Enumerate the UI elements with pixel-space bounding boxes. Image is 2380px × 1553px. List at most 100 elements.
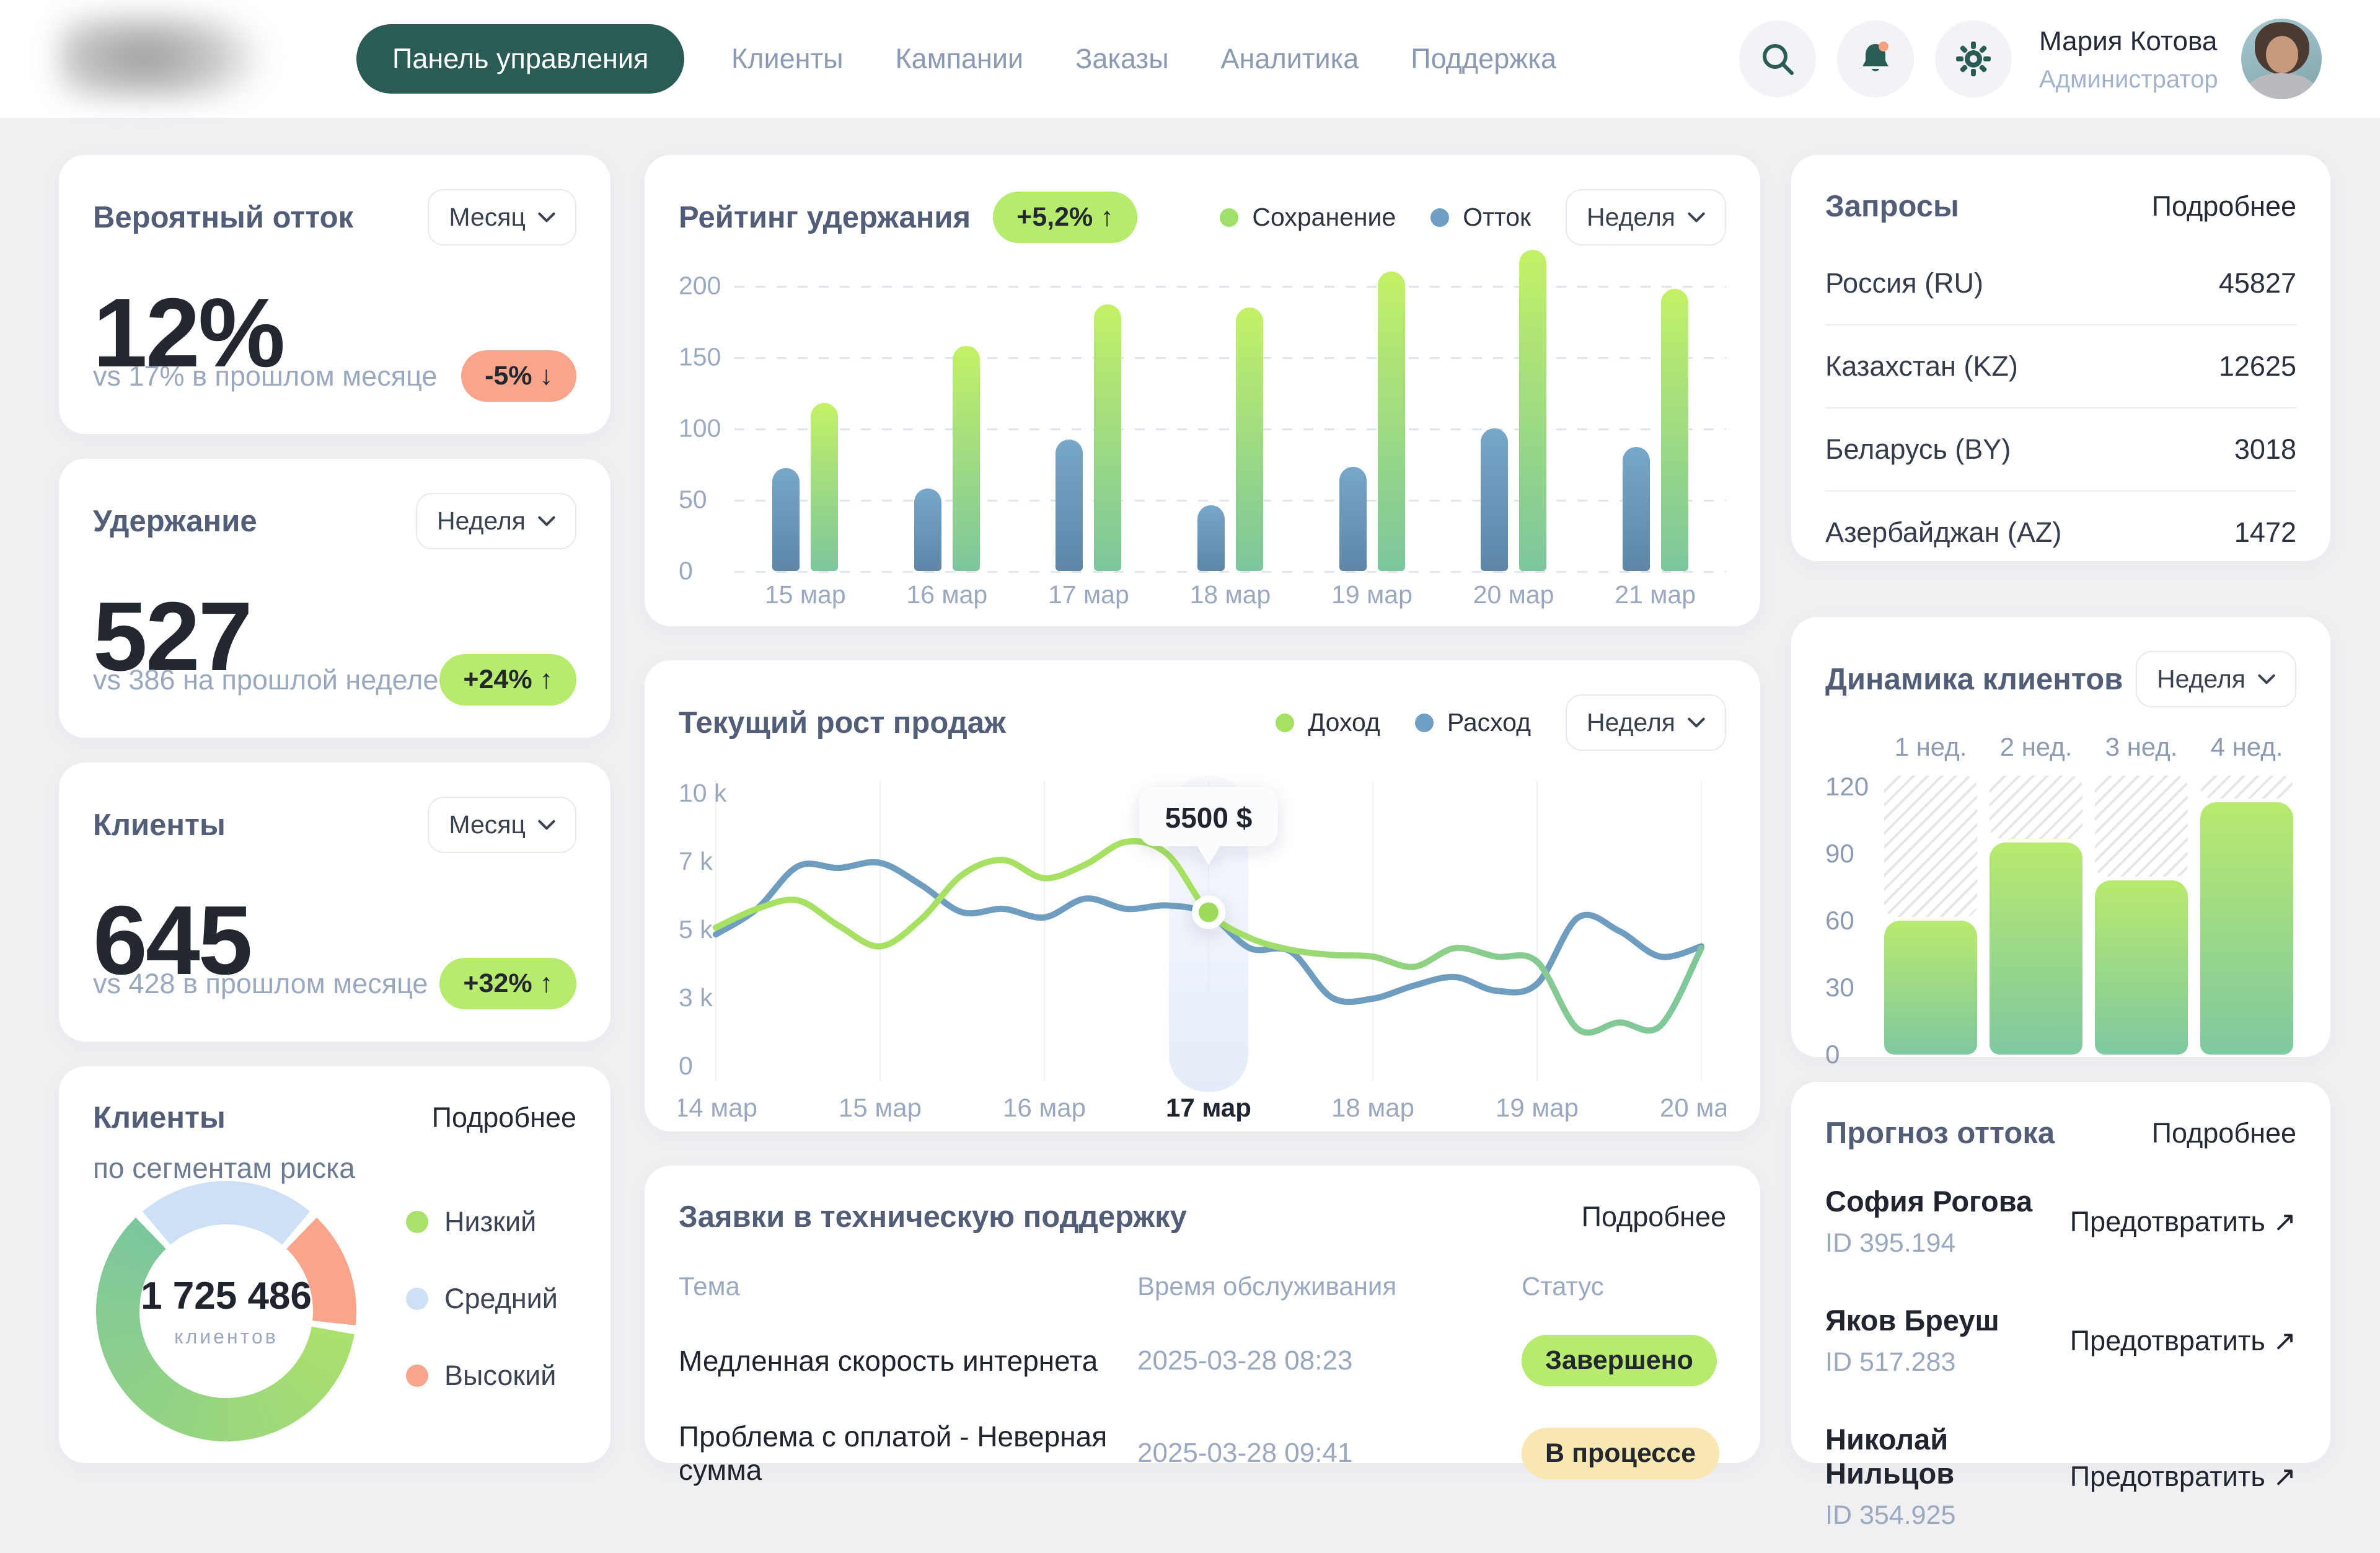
bar-group xyxy=(1026,304,1150,571)
column-label: 4 нед. xyxy=(2197,732,2296,762)
y-tick: 0 xyxy=(679,557,693,586)
chevron-down-icon xyxy=(538,820,555,830)
sales-chart-card: Текущий рост продаж Доход Расход Неделя xyxy=(645,660,1760,1131)
top-bar: Панель управления Клиенты Кампании Заказ… xyxy=(0,0,2380,118)
y-tick: 10 k xyxy=(679,779,727,807)
prevent-link[interactable]: Предотвратить ↗ xyxy=(2070,1324,2296,1357)
legend-item-low: Низкий xyxy=(406,1206,558,1238)
x-tick: 15 мар xyxy=(743,580,867,609)
card-title: Динамика клиентов xyxy=(1825,662,2123,697)
bar-remainder xyxy=(1884,776,1977,917)
requests-list: Россия (RU) 45827 Казахстан (KZ) 12625 Б… xyxy=(1825,242,2296,573)
support-table: Тема Время обслуживания Статус Медленная… xyxy=(679,1272,1726,1487)
client-id: ID 395.194 xyxy=(1825,1228,2032,1259)
sales-line-chart: 10 k7 k5 k3 k0 5500 $14 мар15 мар16 мар1… xyxy=(679,768,1726,1125)
period-dropdown[interactable]: Месяц xyxy=(428,189,576,246)
chevron-down-icon xyxy=(1688,212,1705,223)
y-tick: 3 k xyxy=(679,983,713,1012)
retention-bar-chart: 20015010050015 мар16 мар17 мар18 мар19 м… xyxy=(679,252,1726,608)
kpi-compare: vs 386 на прошлой неделе xyxy=(93,664,438,696)
column-label: 3 нед. xyxy=(2092,732,2191,762)
support-tickets-card: Заявки в техническую поддержку Подробнее… xyxy=(645,1166,1760,1463)
period-dropdown[interactable]: Неделя xyxy=(2136,651,2296,707)
ticket-time: 2025-03-28 09:41 xyxy=(1137,1438,1522,1469)
donut-total: 1 725 486 xyxy=(141,1274,312,1318)
bar-churn xyxy=(1481,428,1508,571)
gear-icon xyxy=(1954,39,1993,79)
x-tick: 21 мар xyxy=(1593,580,1717,609)
nav-orders[interactable]: Заказы xyxy=(1075,43,1168,75)
legend-dot xyxy=(406,1288,428,1310)
nav-support[interactable]: Поддержка xyxy=(1411,43,1556,75)
card-title: Прогноз оттока xyxy=(1825,1116,2055,1151)
risk-donut-chart: 1 725 486 клиентов xyxy=(96,1181,356,1441)
kpi-compare: vs 428 в прошлом месяце xyxy=(93,968,428,1000)
client-name: София Рогова xyxy=(1825,1184,2032,1218)
card-title: Рейтинг удержания xyxy=(679,200,971,235)
x-tick: 17 мар xyxy=(1026,580,1150,609)
list-item: Казахстан (KZ) 12625 xyxy=(1825,325,2296,409)
period-dropdown[interactable]: Неделя xyxy=(1566,694,1726,751)
client-id: ID 517.283 xyxy=(1825,1347,1999,1378)
avatar[interactable] xyxy=(2241,19,2322,99)
prevent-link[interactable]: Предотвратить ↗ xyxy=(2070,1460,2296,1493)
period-dropdown[interactable]: Неделя xyxy=(416,493,576,549)
donut-total-label: клиентов xyxy=(174,1325,278,1348)
period-dropdown[interactable]: Неделя xyxy=(1566,189,1726,246)
bar-churn xyxy=(1197,505,1225,571)
legend-item-expense: Расход xyxy=(1415,708,1531,737)
list-item: Россия (RU) 45827 xyxy=(1825,242,2296,325)
bar-group xyxy=(1881,776,1980,1055)
status-badge: Завершено xyxy=(1522,1335,1717,1386)
settings-button[interactable] xyxy=(1935,20,2012,97)
bar-save xyxy=(1519,250,1546,571)
column-label: 2 нед. xyxy=(1986,732,2086,762)
search-button[interactable] xyxy=(1739,20,1816,97)
bar-remainder xyxy=(1990,776,2082,839)
user-role: Администратор xyxy=(2039,66,2218,94)
user-name: Мария Котова xyxy=(2039,26,2218,57)
more-link[interactable]: Подробнее xyxy=(2152,190,2296,223)
bar-group xyxy=(885,346,1009,571)
card-title: Клиенты xyxy=(93,1100,226,1135)
retention-delta-badge: +5,2% ↑ xyxy=(993,192,1137,243)
nav-clients[interactable]: Клиенты xyxy=(731,43,843,75)
legend-dot xyxy=(406,1211,428,1233)
client-name: Яков Бреуш xyxy=(1825,1303,1999,1337)
user-info[interactable]: Мария Котова Администратор xyxy=(2039,26,2218,94)
x-tick: 18 мар xyxy=(1168,580,1292,609)
header-actions xyxy=(1739,20,2012,97)
client-id: ID 354.925 xyxy=(1825,1500,2070,1531)
tooltip-dot xyxy=(1199,903,1219,923)
y-tick: 30 xyxy=(1825,973,1854,1002)
delta-badge: +32% ↑ xyxy=(439,958,576,1009)
bar xyxy=(2095,880,2188,1055)
forecast-list: София Рогова ID 395.194 Предотвратить ↗ … xyxy=(1825,1162,2296,1553)
nav-campaigns[interactable]: Кампании xyxy=(895,43,1023,75)
y-tick: 100 xyxy=(679,414,721,443)
more-link[interactable]: Подробнее xyxy=(432,1102,576,1134)
bar-save xyxy=(1236,308,1263,571)
x-tick: 19 мар xyxy=(1496,1093,1579,1122)
y-tick: 90 xyxy=(1825,839,1854,869)
card-title: Заявки в техническую поддержку xyxy=(679,1200,1187,1234)
bar-churn xyxy=(914,489,941,571)
nav-analytics[interactable]: Аналитика xyxy=(1221,43,1359,75)
tooltip-value: 5500 $ xyxy=(1165,802,1253,834)
legend-item-save: Сохранение xyxy=(1220,203,1396,232)
bar-group xyxy=(2092,776,2191,1055)
tab-dashboard[interactable]: Панель управления xyxy=(356,24,684,94)
x-tick: 20 мар xyxy=(1452,580,1576,609)
more-link[interactable]: Подробнее xyxy=(1582,1201,1726,1233)
app-logo xyxy=(59,15,270,99)
prevent-link[interactable]: Предотвратить ↗ xyxy=(2070,1205,2296,1238)
ticket-topic[interactable]: Проблема с оплатой - Неверная сумма xyxy=(679,1420,1137,1487)
card-title: Запросы xyxy=(1825,189,1959,224)
ticket-topic[interactable]: Медленная скорость интернета xyxy=(679,1344,1137,1378)
more-link[interactable]: Подробнее xyxy=(2152,1117,2296,1149)
list-item: Николай Нильцов ID 354.925 Предотвратить… xyxy=(1825,1400,2296,1553)
notifications-button[interactable] xyxy=(1837,20,1914,97)
legend-item-income: Доход xyxy=(1276,708,1380,737)
y-tick: 0 xyxy=(1825,1040,1840,1069)
period-dropdown[interactable]: Месяц xyxy=(428,797,576,853)
